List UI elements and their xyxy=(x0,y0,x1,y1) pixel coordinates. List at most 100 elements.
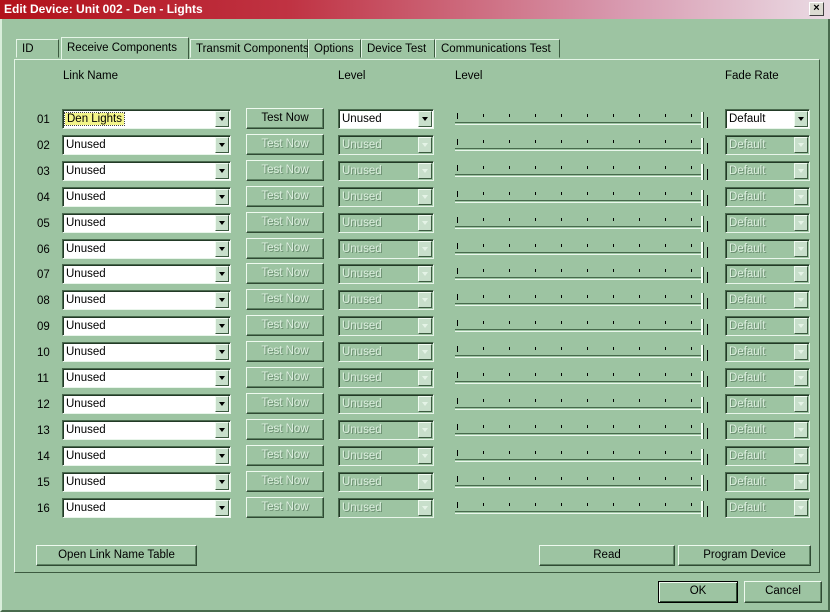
slider-thumb[interactable] xyxy=(701,371,704,387)
chevron-down-icon[interactable] xyxy=(215,421,229,438)
test-now-button[interactable]: Test Now xyxy=(246,341,324,363)
level-select[interactable]: Unused xyxy=(338,393,434,414)
fade-rate-select[interactable]: Default xyxy=(725,445,810,466)
slider-thumb[interactable] xyxy=(701,241,704,258)
fade-rate-select[interactable]: Default xyxy=(725,134,810,155)
level-slider[interactable] xyxy=(455,290,715,310)
level-select[interactable]: Unused xyxy=(338,419,434,440)
chevron-down-icon[interactable] xyxy=(418,292,432,309)
slider-thumb[interactable] xyxy=(701,345,704,362)
slider-thumb[interactable] xyxy=(701,422,704,439)
level-slider[interactable] xyxy=(455,264,715,284)
level-slider[interactable] xyxy=(455,446,715,466)
slider-thumb[interactable] xyxy=(701,474,704,491)
test-now-button[interactable]: Test Now xyxy=(246,418,324,440)
chevron-down-icon[interactable] xyxy=(215,292,229,309)
level-slider[interactable] xyxy=(455,368,715,388)
chevron-down-icon[interactable] xyxy=(215,370,229,386)
level-slider[interactable] xyxy=(455,239,715,259)
chevron-down-icon[interactable] xyxy=(794,447,808,464)
fade-rate-select[interactable]: Default xyxy=(725,238,810,259)
chevron-down-icon[interactable] xyxy=(215,240,229,257)
chevron-down-icon[interactable] xyxy=(215,188,229,205)
level-select[interactable]: Unused xyxy=(338,316,434,337)
chevron-down-icon[interactable] xyxy=(418,136,432,153)
link-name-select[interactable]: Unused xyxy=(62,471,231,492)
test-now-button[interactable]: Test Now xyxy=(246,263,324,285)
level-select[interactable]: Unused xyxy=(338,264,434,285)
level-slider[interactable] xyxy=(455,472,715,492)
open-link-name-table-button[interactable]: Open Link Name Table xyxy=(36,545,197,566)
chevron-down-icon[interactable] xyxy=(215,136,229,153)
chevron-down-icon[interactable] xyxy=(418,370,432,386)
test-now-button[interactable]: Test Now xyxy=(246,392,324,414)
slider-thumb[interactable] xyxy=(701,267,704,284)
close-button[interactable]: × xyxy=(809,2,824,16)
level-slider[interactable] xyxy=(455,187,715,207)
tab-transmit-components[interactable]: Transmit Components xyxy=(190,39,309,58)
slider-thumb[interactable] xyxy=(701,215,704,232)
test-now-button[interactable]: Test Now xyxy=(246,367,324,388)
test-now-button[interactable]: Test Now xyxy=(246,470,324,492)
chevron-down-icon[interactable] xyxy=(794,370,808,386)
level-slider[interactable] xyxy=(455,161,715,181)
link-name-select[interactable]: Unused xyxy=(62,160,231,181)
fade-rate-select[interactable]: Default xyxy=(725,368,810,388)
slider-thumb[interactable] xyxy=(701,293,704,310)
chevron-down-icon[interactable] xyxy=(794,344,808,361)
chevron-down-icon[interactable] xyxy=(794,499,808,516)
slider-thumb[interactable] xyxy=(701,112,704,128)
link-name-select[interactable]: Den Lights xyxy=(62,109,231,129)
fade-rate-select[interactable]: Default xyxy=(725,160,810,181)
fade-rate-select[interactable]: Default xyxy=(725,109,810,129)
read-button[interactable]: Read xyxy=(539,545,675,566)
level-slider[interactable] xyxy=(455,498,715,518)
tab-receive-components[interactable]: Receive Components xyxy=(61,37,189,59)
chevron-down-icon[interactable] xyxy=(794,240,808,257)
ok-button[interactable]: OK xyxy=(658,581,738,603)
test-now-button[interactable]: Test Now xyxy=(246,159,324,181)
slider-thumb[interactable] xyxy=(701,137,704,154)
chevron-down-icon[interactable] xyxy=(418,162,432,179)
tab-options[interactable]: Options xyxy=(308,39,361,58)
level-slider[interactable] xyxy=(455,394,715,414)
level-slider[interactable] xyxy=(455,420,715,440)
slider-thumb[interactable] xyxy=(701,500,704,517)
chevron-down-icon[interactable] xyxy=(418,473,432,490)
slider-thumb[interactable] xyxy=(701,319,704,336)
chevron-down-icon[interactable] xyxy=(418,395,432,412)
tab-communications-test[interactable]: Communications Test xyxy=(435,39,560,58)
chevron-down-icon[interactable] xyxy=(794,395,808,412)
link-name-select[interactable]: Unused xyxy=(62,186,231,207)
chevron-down-icon[interactable] xyxy=(418,344,432,361)
tab-id[interactable]: ID xyxy=(16,39,59,58)
chevron-down-icon[interactable] xyxy=(418,499,432,516)
link-name-select[interactable]: Unused xyxy=(62,368,231,388)
chevron-down-icon[interactable] xyxy=(794,318,808,335)
chevron-down-icon[interactable] xyxy=(215,111,229,127)
level-select[interactable]: Unused xyxy=(338,342,434,363)
chevron-down-icon[interactable] xyxy=(794,292,808,309)
level-select[interactable]: Unused xyxy=(338,160,434,181)
chevron-down-icon[interactable] xyxy=(215,266,229,283)
chevron-down-icon[interactable] xyxy=(794,421,808,438)
level-slider[interactable] xyxy=(455,135,715,155)
link-name-select[interactable]: Unused xyxy=(62,264,231,285)
chevron-down-icon[interactable] xyxy=(215,395,229,412)
slider-thumb[interactable] xyxy=(701,163,704,180)
level-select[interactable]: Unused xyxy=(338,186,434,207)
level-select[interactable]: Unused xyxy=(338,368,434,388)
link-name-select[interactable]: Unused xyxy=(62,134,231,155)
chevron-down-icon[interactable] xyxy=(794,162,808,179)
slider-thumb[interactable] xyxy=(701,396,704,413)
link-name-select[interactable]: Unused xyxy=(62,393,231,414)
level-select[interactable]: Unused xyxy=(338,238,434,259)
fade-rate-select[interactable]: Default xyxy=(725,290,810,311)
fade-rate-select[interactable]: Default xyxy=(725,264,810,285)
test-now-button[interactable]: Test Now xyxy=(246,133,324,155)
chevron-down-icon[interactable] xyxy=(794,473,808,490)
test-now-button[interactable]: Test Now xyxy=(246,185,324,207)
level-slider[interactable] xyxy=(455,213,715,233)
test-now-button[interactable]: Test Now xyxy=(246,237,324,259)
level-select[interactable]: Unused xyxy=(338,445,434,466)
